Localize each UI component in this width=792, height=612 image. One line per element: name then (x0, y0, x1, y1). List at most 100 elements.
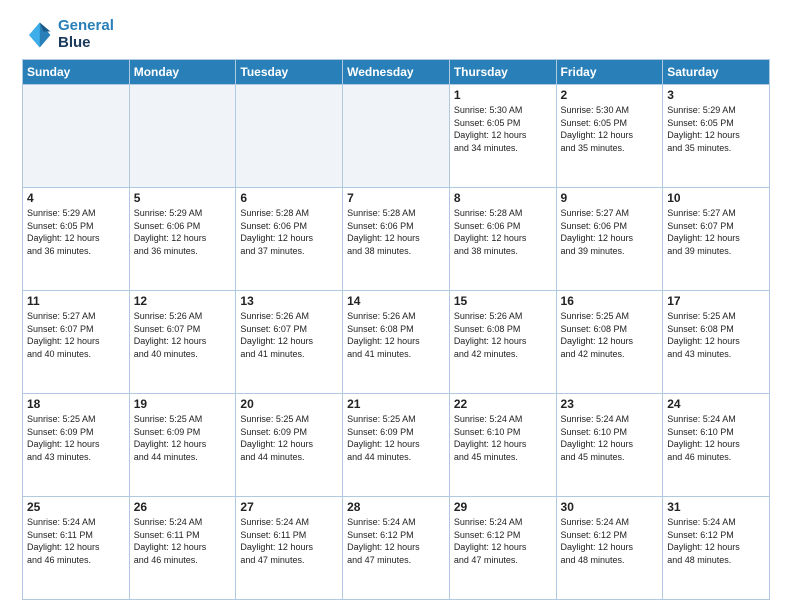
calendar-cell (236, 85, 343, 188)
weekday-header: Monday (129, 60, 236, 85)
day-number: 6 (240, 191, 338, 205)
day-number: 28 (347, 500, 445, 514)
calendar-table: SundayMondayTuesdayWednesdayThursdayFrid… (22, 59, 770, 600)
day-info: Sunrise: 5:24 AM Sunset: 6:10 PM Dayligh… (667, 413, 765, 463)
day-number: 18 (27, 397, 125, 411)
day-number: 21 (347, 397, 445, 411)
calendar-cell: 12 Sunrise: 5:26 AM Sunset: 6:07 PM Dayli… (129, 291, 236, 394)
calendar-cell: 17 Sunrise: 5:25 AM Sunset: 6:08 PM Dayli… (663, 291, 770, 394)
day-number: 13 (240, 294, 338, 308)
day-info: Sunrise: 5:24 AM Sunset: 6:10 PM Dayligh… (561, 413, 659, 463)
calendar-cell: 4Sunrise: 5:29 AM Sunset: 6:05 PM Daylig… (23, 188, 130, 291)
calendar-cell: 8 Sunrise: 5:28 AM Sunset: 6:06 PM Daylig… (449, 188, 556, 291)
calendar-week-row: 1 Sunrise: 5:30 AM Sunset: 6:05 PM Daylig… (23, 85, 770, 188)
day-number: 22 (454, 397, 552, 411)
calendar-cell: 28Sunrise: 5:24 AM Sunset: 6:12 PM Dayli… (343, 497, 450, 600)
weekday-header: Friday (556, 60, 663, 85)
day-number: 12 (134, 294, 232, 308)
day-number: 2 (561, 88, 659, 102)
day-info: Sunrise: 5:26 AM Sunset: 6:07 PM Dayligh… (134, 310, 232, 360)
calendar-cell: 30 Sunrise: 5:24 AM Sunset: 6:12 PM Dayli… (556, 497, 663, 600)
calendar-cell: 13 Sunrise: 5:26 AM Sunset: 6:07 PM Dayli… (236, 291, 343, 394)
day-number: 27 (240, 500, 338, 514)
header: General Blue (22, 18, 770, 51)
day-number: 26 (134, 500, 232, 514)
calendar-cell: 22 Sunrise: 5:24 AM Sunset: 6:10 PM Dayli… (449, 394, 556, 497)
calendar-cell: 9Sunrise: 5:27 AM Sunset: 6:06 PM Daylig… (556, 188, 663, 291)
day-info: Sunrise: 5:28 AM Sunset: 6:06 PM Dayligh… (240, 207, 338, 257)
day-info: Sunrise: 5:29 AM Sunset: 6:05 PM Dayligh… (667, 104, 765, 154)
calendar-cell: 2 Sunrise: 5:30 AM Sunset: 6:05 PM Daylig… (556, 85, 663, 188)
calendar-cell: 14 Sunrise: 5:26 AM Sunset: 6:08 PM Dayli… (343, 291, 450, 394)
day-info: Sunrise: 5:25 AM Sunset: 6:09 PM Dayligh… (134, 413, 232, 463)
day-info: Sunrise: 5:24 AM Sunset: 6:11 PM Dayligh… (240, 516, 338, 566)
calendar-cell: 10Sunrise: 5:27 AM Sunset: 6:07 PM Dayli… (663, 188, 770, 291)
calendar-week-row: 25 Sunrise: 5:24 AM Sunset: 6:11 PM Dayli… (23, 497, 770, 600)
calendar-cell: 24 Sunrise: 5:24 AM Sunset: 6:10 PM Dayli… (663, 394, 770, 497)
day-info: Sunrise: 5:29 AM Sunset: 6:06 PM Dayligh… (134, 207, 232, 257)
day-info: Sunrise: 5:24 AM Sunset: 6:12 PM Dayligh… (561, 516, 659, 566)
weekday-header: Thursday (449, 60, 556, 85)
calendar-cell: 18 Sunrise: 5:25 AM Sunset: 6:09 PM Dayli… (23, 394, 130, 497)
day-number: 5 (134, 191, 232, 205)
calendar-cell: 23 Sunrise: 5:24 AM Sunset: 6:10 PM Dayli… (556, 394, 663, 497)
calendar-cell: 21 Sunrise: 5:25 AM Sunset: 6:09 PM Dayli… (343, 394, 450, 497)
calendar-cell: 25 Sunrise: 5:24 AM Sunset: 6:11 PM Dayli… (23, 497, 130, 600)
day-number: 15 (454, 294, 552, 308)
day-info: Sunrise: 5:27 AM Sunset: 6:07 PM Dayligh… (27, 310, 125, 360)
day-info: Sunrise: 5:24 AM Sunset: 6:11 PM Dayligh… (27, 516, 125, 566)
day-number: 14 (347, 294, 445, 308)
calendar-week-row: 18 Sunrise: 5:25 AM Sunset: 6:09 PM Dayli… (23, 394, 770, 497)
calendar-week-row: 11Sunrise: 5:27 AM Sunset: 6:07 PM Dayli… (23, 291, 770, 394)
calendar-cell: 19 Sunrise: 5:25 AM Sunset: 6:09 PM Dayli… (129, 394, 236, 497)
calendar-cell (129, 85, 236, 188)
day-info: Sunrise: 5:25 AM Sunset: 6:09 PM Dayligh… (347, 413, 445, 463)
weekday-header: Sunday (23, 60, 130, 85)
day-number: 4 (27, 191, 125, 205)
calendar-header-row: SundayMondayTuesdayWednesdayThursdayFrid… (23, 60, 770, 85)
day-number: 20 (240, 397, 338, 411)
day-info: Sunrise: 5:24 AM Sunset: 6:10 PM Dayligh… (454, 413, 552, 463)
day-info: Sunrise: 5:26 AM Sunset: 6:08 PM Dayligh… (347, 310, 445, 360)
day-number: 29 (454, 500, 552, 514)
page: General Blue SundayMondayTuesdayWednesda… (0, 0, 792, 612)
calendar-cell: 27 Sunrise: 5:24 AM Sunset: 6:11 PM Dayli… (236, 497, 343, 600)
day-info: Sunrise: 5:28 AM Sunset: 6:06 PM Dayligh… (454, 207, 552, 257)
calendar-cell: 31 Sunrise: 5:24 AM Sunset: 6:12 PM Dayli… (663, 497, 770, 600)
day-number: 16 (561, 294, 659, 308)
day-number: 7 (347, 191, 445, 205)
calendar-cell (23, 85, 130, 188)
calendar-cell: 7Sunrise: 5:28 AM Sunset: 6:06 PM Daylig… (343, 188, 450, 291)
day-info: Sunrise: 5:26 AM Sunset: 6:08 PM Dayligh… (454, 310, 552, 360)
calendar-cell: 26 Sunrise: 5:24 AM Sunset: 6:11 PM Dayli… (129, 497, 236, 600)
day-info: Sunrise: 5:24 AM Sunset: 6:11 PM Dayligh… (134, 516, 232, 566)
day-number: 17 (667, 294, 765, 308)
day-info: Sunrise: 5:25 AM Sunset: 6:08 PM Dayligh… (667, 310, 765, 360)
calendar-week-row: 4Sunrise: 5:29 AM Sunset: 6:05 PM Daylig… (23, 188, 770, 291)
day-number: 19 (134, 397, 232, 411)
day-info: Sunrise: 5:25 AM Sunset: 6:08 PM Dayligh… (561, 310, 659, 360)
day-number: 30 (561, 500, 659, 514)
day-info: Sunrise: 5:26 AM Sunset: 6:07 PM Dayligh… (240, 310, 338, 360)
day-number: 1 (454, 88, 552, 102)
day-info: Sunrise: 5:24 AM Sunset: 6:12 PM Dayligh… (667, 516, 765, 566)
day-info: Sunrise: 5:25 AM Sunset: 6:09 PM Dayligh… (27, 413, 125, 463)
calendar-cell: 1Sunrise: 5:30 AM Sunset: 6:05 PM Daylig… (449, 85, 556, 188)
calendar-cell: 20 Sunrise: 5:25 AM Sunset: 6:09 PM Dayli… (236, 394, 343, 497)
weekday-header: Saturday (663, 60, 770, 85)
day-info: Sunrise: 5:30 AM Sunset: 6:05 PM Dayligh… (561, 104, 659, 154)
day-info: Sunrise: 5:24 AM Sunset: 6:12 PM Dayligh… (454, 516, 552, 566)
weekday-header: Tuesday (236, 60, 343, 85)
day-info: Sunrise: 5:27 AM Sunset: 6:06 PM Dayligh… (561, 207, 659, 257)
day-number: 24 (667, 397, 765, 411)
day-number: 31 (667, 500, 765, 514)
day-number: 25 (27, 500, 125, 514)
day-info: Sunrise: 5:25 AM Sunset: 6:09 PM Dayligh… (240, 413, 338, 463)
day-number: 23 (561, 397, 659, 411)
calendar-cell: 3 Sunrise: 5:29 AM Sunset: 6:05 PM Daylig… (663, 85, 770, 188)
logo-line1: General (58, 18, 114, 35)
day-number: 3 (667, 88, 765, 102)
day-number: 8 (454, 191, 552, 205)
weekday-header: Wednesday (343, 60, 450, 85)
logo: General Blue (22, 18, 114, 51)
